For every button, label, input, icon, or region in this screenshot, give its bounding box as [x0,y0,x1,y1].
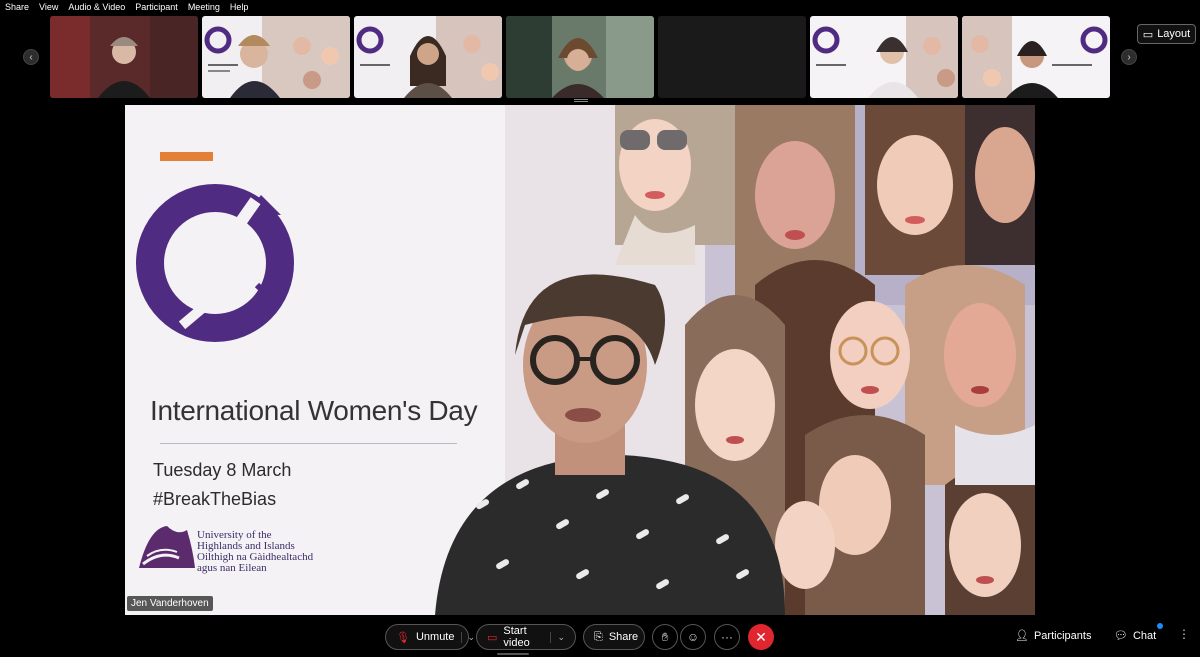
participant-video [354,16,502,98]
more-options-icon[interactable]: ··· [714,624,740,650]
more-menu-icon[interactable]: ⋮ [1178,627,1190,641]
participant-tile[interactable] [50,16,198,98]
slide-title: International Women's Day [150,395,478,426]
shared-slide-stage: International Women's Day Tuesday 8 Marc… [125,105,1035,615]
menu-view[interactable]: View [39,2,58,12]
chat-notification-dot [1157,623,1163,629]
raise-hand-icon[interactable]: ✋︎ [652,624,678,650]
speaker-name-tag: Jen Vanderhoven [127,596,213,611]
layout-icon: ▭ [1142,28,1154,41]
bottom-drag-handle[interactable] [497,653,529,655]
chat-button[interactable]: 💬︎ Chat [1114,629,1157,643]
university-line: agus nan Eilean [197,562,267,574]
participant-tile[interactable] [962,16,1110,98]
menu-bar: Share View Audio & Video Participant Mee… [0,0,1200,14]
presenter-video [435,274,785,615]
slide-hashtag: #BreakTheBias [153,489,277,509]
meeting-controls: 🎙︎ Unmute ⌄ ▭ Start video ⌄ ⎘ Share ✋︎ ☺… [0,618,1200,657]
university-name: University of the Highlands and Islands … [197,530,313,574]
chat-label: Chat [1132,629,1157,642]
participants-button[interactable]: 👤︎ Participants [1015,629,1092,643]
participants-icon: 👤︎ [1015,630,1029,642]
participant-tile[interactable] [354,16,502,98]
share-label: Share [608,631,639,643]
menu-audio-video[interactable]: Audio & Video [68,2,125,12]
chevron-down-icon[interactable]: ⌄ [460,631,475,643]
share-button[interactable]: ⎘ Share [583,624,645,650]
mic-muted-icon: 🎙︎ [396,631,410,644]
video-off-icon: ▭ [487,631,498,644]
share-screen-icon: ⎘ [594,630,603,643]
layout-button[interactable]: ▭ Layout [1137,24,1196,44]
menu-share[interactable]: Share [5,2,29,12]
participant-filmstrip: ‹ › [0,14,1200,102]
menu-help[interactable]: Help [230,2,249,12]
reactions-icon[interactable]: ☺ [680,624,706,650]
participant-tile-empty[interactable] [658,16,806,98]
womens-symbol-logo [136,184,294,342]
participant-video [810,16,958,98]
chevron-down-icon[interactable]: ⌄ [550,631,565,643]
chat-icon: 💬︎ [1114,630,1128,642]
unmute-button[interactable]: 🎙︎ Unmute ⌄ [385,624,475,650]
menu-participant[interactable]: Participant [135,2,178,12]
slide-accent-bar [160,152,213,161]
participant-video [962,16,1110,98]
participant-tile[interactable] [202,16,350,98]
start-video-label: Start video [503,625,530,649]
university-logo [139,526,195,568]
start-video-button[interactable]: ▭ Start video ⌄ [476,624,576,650]
end-call-button[interactable]: ✕ [748,624,774,650]
unmute-label: Unmute [415,631,455,643]
participant-video [50,16,198,98]
chevron-left-icon[interactable]: ‹ [23,49,39,65]
participant-tile[interactable] [506,16,654,98]
filmstrip-resize-handle[interactable] [574,99,588,102]
participant-tile[interactable] [810,16,958,98]
participant-video [202,16,350,98]
chevron-right-icon[interactable]: › [1121,49,1137,65]
slide-date: Tuesday 8 March [153,460,292,480]
participant-video [506,16,654,98]
menu-meeting[interactable]: Meeting [188,2,220,12]
layout-button-label: Layout [1157,28,1191,40]
slide-divider [160,443,457,444]
participants-label: Participants [1033,629,1092,642]
